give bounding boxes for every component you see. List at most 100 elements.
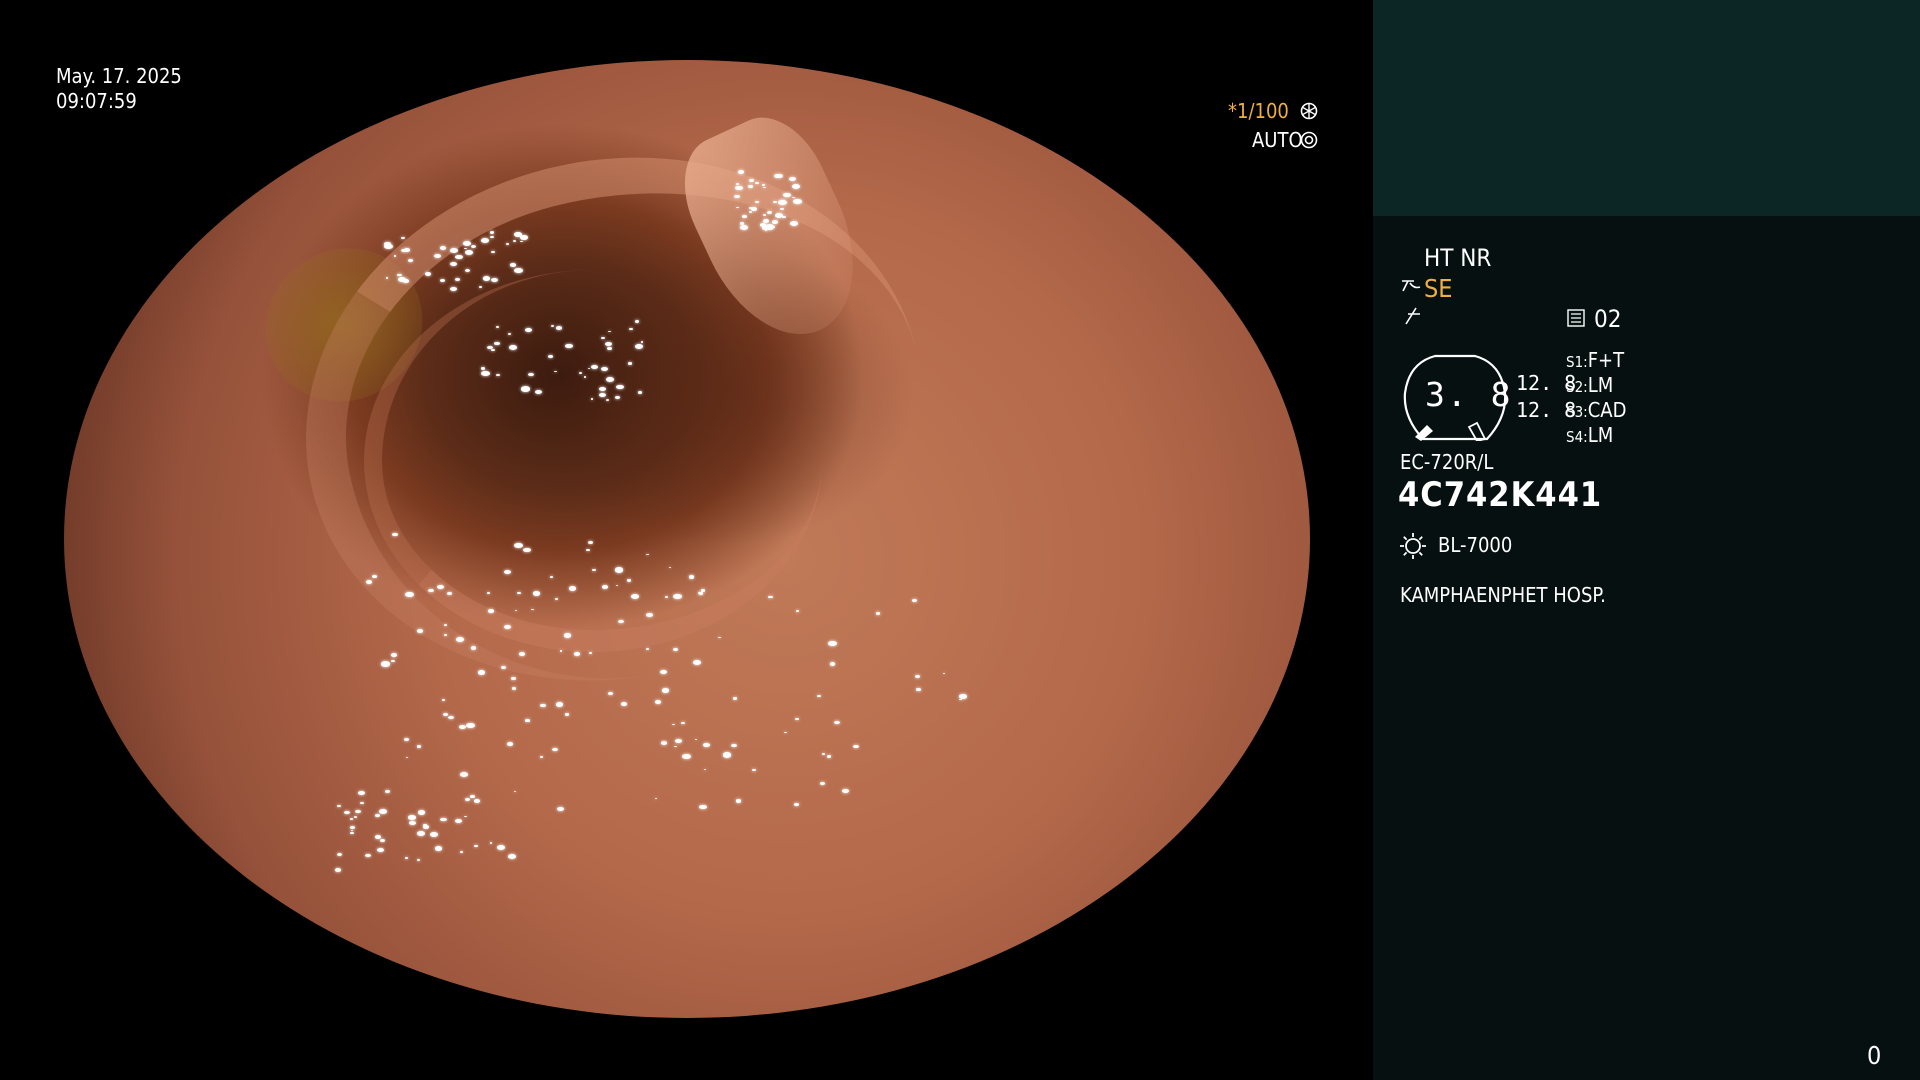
specular-highlight <box>551 747 558 752</box>
specular-highlight <box>391 659 395 662</box>
specular-highlight <box>405 857 408 859</box>
auto-exposure-icon <box>1300 131 1318 153</box>
specular-highlight <box>768 595 774 599</box>
scope-model: EC-720R/L <box>1400 450 1494 474</box>
shutter-speed: *1/100 <box>1228 99 1289 123</box>
specular-highlight <box>366 580 373 585</box>
specular-highlight <box>554 598 558 601</box>
specular-highlight <box>517 591 522 594</box>
specular-highlight <box>583 376 586 378</box>
specular-highlight <box>535 389 543 395</box>
specular-highlight <box>735 799 741 803</box>
specular-highlight <box>574 652 580 656</box>
specular-highlight <box>616 384 624 390</box>
specular-highlight <box>915 675 921 679</box>
specular-highlight <box>592 569 596 572</box>
specular-highlight <box>634 320 640 323</box>
specular-highlight <box>722 752 732 758</box>
specular-highlight <box>607 691 613 696</box>
specular-highlight <box>740 222 744 225</box>
specular-highlight <box>443 624 448 626</box>
specular-highlight <box>386 277 389 279</box>
specular-highlight <box>384 243 394 249</box>
specular-highlight <box>470 795 476 799</box>
specular-highlight <box>397 273 402 277</box>
specular-highlight <box>674 738 682 744</box>
specular-highlight <box>344 810 350 814</box>
specular-highlight <box>504 625 511 630</box>
specular-highlight <box>762 213 767 216</box>
specular-highlight <box>439 246 446 250</box>
specular-highlight <box>429 832 439 838</box>
specular-highlight <box>718 636 721 638</box>
specular-highlight <box>525 328 532 333</box>
specular-highlight <box>508 344 518 350</box>
specular-highlight <box>587 540 593 544</box>
specular-highlight <box>549 576 554 579</box>
specular-highlight <box>520 386 530 392</box>
specular-highlight <box>664 595 669 599</box>
switch-1: S1:F+T <box>1566 350 1624 370</box>
specular-highlight <box>507 853 517 859</box>
specular-highlight <box>403 247 411 252</box>
specular-highlight <box>761 225 769 230</box>
specular-highlight <box>423 825 430 829</box>
specular-highlight <box>755 181 760 185</box>
specular-highlight <box>510 263 516 267</box>
specular-highlight <box>490 251 495 254</box>
specular-highlight <box>790 221 799 226</box>
date-readout: May. 17. 2025 <box>56 64 182 88</box>
specular-highlight <box>489 235 495 239</box>
specular-highlight <box>587 367 590 369</box>
specular-highlight <box>660 669 668 674</box>
specular-highlight <box>794 718 799 721</box>
info-panel-header <box>1373 0 1920 216</box>
specular-highlight <box>565 343 573 349</box>
specular-highlight <box>681 721 686 725</box>
specular-highlight <box>784 731 787 734</box>
specular-highlight <box>772 226 776 228</box>
specular-highlight <box>646 613 653 618</box>
specular-highlight <box>646 648 650 650</box>
specular-highlight <box>481 367 486 370</box>
specular-highlight <box>761 183 766 186</box>
specular-highlight <box>530 608 534 611</box>
specular-highlight <box>527 372 534 377</box>
specular-highlight <box>734 195 741 199</box>
switch-value: LM <box>1587 373 1614 397</box>
specular-highlight <box>627 362 632 365</box>
specular-highlight <box>465 798 471 802</box>
specular-highlight <box>428 588 435 593</box>
specular-highlight <box>735 185 744 191</box>
dial-value: 3. 8 <box>1425 375 1513 414</box>
specular-highlight <box>417 810 426 815</box>
specular-highlight <box>487 592 491 595</box>
specular-highlight <box>512 240 517 243</box>
light-source-icon <box>1398 531 1428 565</box>
specular-highlight <box>337 804 342 808</box>
specular-highlight <box>780 208 784 211</box>
specular-highlight <box>449 247 459 253</box>
specular-highlight <box>513 542 523 548</box>
specular-highlight <box>660 740 667 745</box>
specular-highlight <box>682 754 691 759</box>
specular-highlight <box>751 769 756 772</box>
exposure-mode: AUTO <box>1252 128 1303 152</box>
specular-highlight <box>424 272 431 276</box>
specular-highlight <box>732 697 738 701</box>
specular-highlight <box>390 653 397 657</box>
specular-highlight <box>748 184 753 188</box>
specular-highlight <box>853 744 860 749</box>
specular-highlight <box>793 198 803 204</box>
specular-highlight <box>641 341 644 343</box>
specular-highlight <box>578 372 582 375</box>
specular-highlight <box>481 370 491 377</box>
specular-highlight <box>763 186 766 189</box>
specular-highlight <box>773 201 777 204</box>
specular-highlight <box>915 687 921 691</box>
switch-4: S4:LM <box>1566 425 1613 445</box>
specular-highlight <box>959 698 963 701</box>
specular-highlight <box>350 829 353 831</box>
specular-highlight <box>511 687 517 690</box>
specular-highlight <box>463 240 472 246</box>
